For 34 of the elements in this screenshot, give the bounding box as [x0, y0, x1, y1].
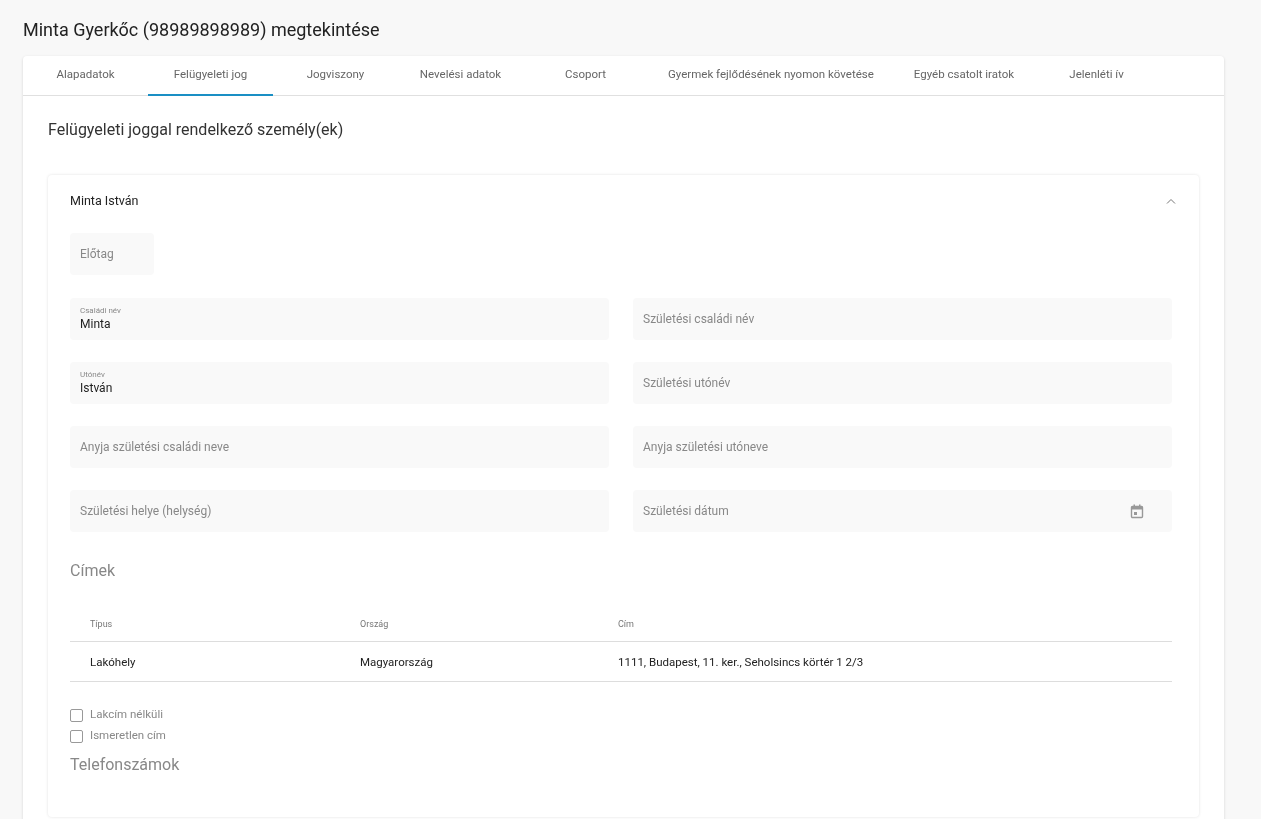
input-field[interactable]: Anyja születési családi neve: [70, 426, 609, 468]
column-header: Ország: [360, 618, 389, 629]
tab[interactable]: Csoport: [523, 56, 648, 96]
chevron-icon[interactable]: [1166, 198, 1176, 204]
person-name: Minta István: [70, 191, 139, 210]
addresses-heading: Címek: [70, 560, 116, 582]
input-field[interactable]: Születési családi név: [633, 298, 1172, 340]
page-title: Minta Gyerkőc (98989898989) megtekintése: [22, 18, 381, 42]
phones-heading: Telefonszámok: [70, 753, 181, 776]
section-title: Felügyeleti joggal rendelkező személy(ek): [48, 119, 345, 141]
input-field[interactable]: Születési helye (helység): [70, 490, 609, 532]
table-cell: Lakóhely: [90, 655, 136, 669]
table-cell: Magyarország: [360, 655, 433, 669]
tab[interactable]: Jogviszony: [273, 56, 398, 96]
input-field[interactable]: Családi név Minta: [70, 298, 609, 340]
column-header: Típus: [90, 618, 113, 629]
tab[interactable]: Alapadatok: [23, 56, 148, 96]
input-field[interactable]: Születési utónév: [633, 362, 1172, 404]
date-field[interactable]: Születési dátum: [633, 490, 1172, 532]
checkbox[interactable]: [70, 729, 83, 743]
tab[interactable]: Gyermek fejlődésének nyomon követése: [648, 56, 894, 96]
tab[interactable]: Felügyeleti jog: [148, 56, 273, 96]
input-field[interactable]: Utónév István: [70, 362, 609, 404]
column-header: Cím: [618, 618, 634, 629]
checkbox-label: Lakcím nélküli: [90, 706, 163, 724]
table-cell: 1111, Budapest, 11. ker., Seholsincs körtér 1 2/3: [618, 655, 864, 669]
checkbox[interactable]: [70, 708, 83, 722]
tab[interactable]: Jelenléti ív: [1034, 56, 1160, 96]
input-field[interactable]: Anyja születési utóneve: [633, 426, 1172, 468]
input-field[interactable]: Előtag: [70, 233, 154, 275]
tab[interactable]: Egyéb csatolt iratok: [893, 56, 1035, 96]
calendar-icon[interactable]: [1130, 503, 1144, 519]
tab[interactable]: Nevelési adatok: [398, 56, 523, 96]
checkbox-label: Ismeretlen cím: [90, 727, 166, 745]
